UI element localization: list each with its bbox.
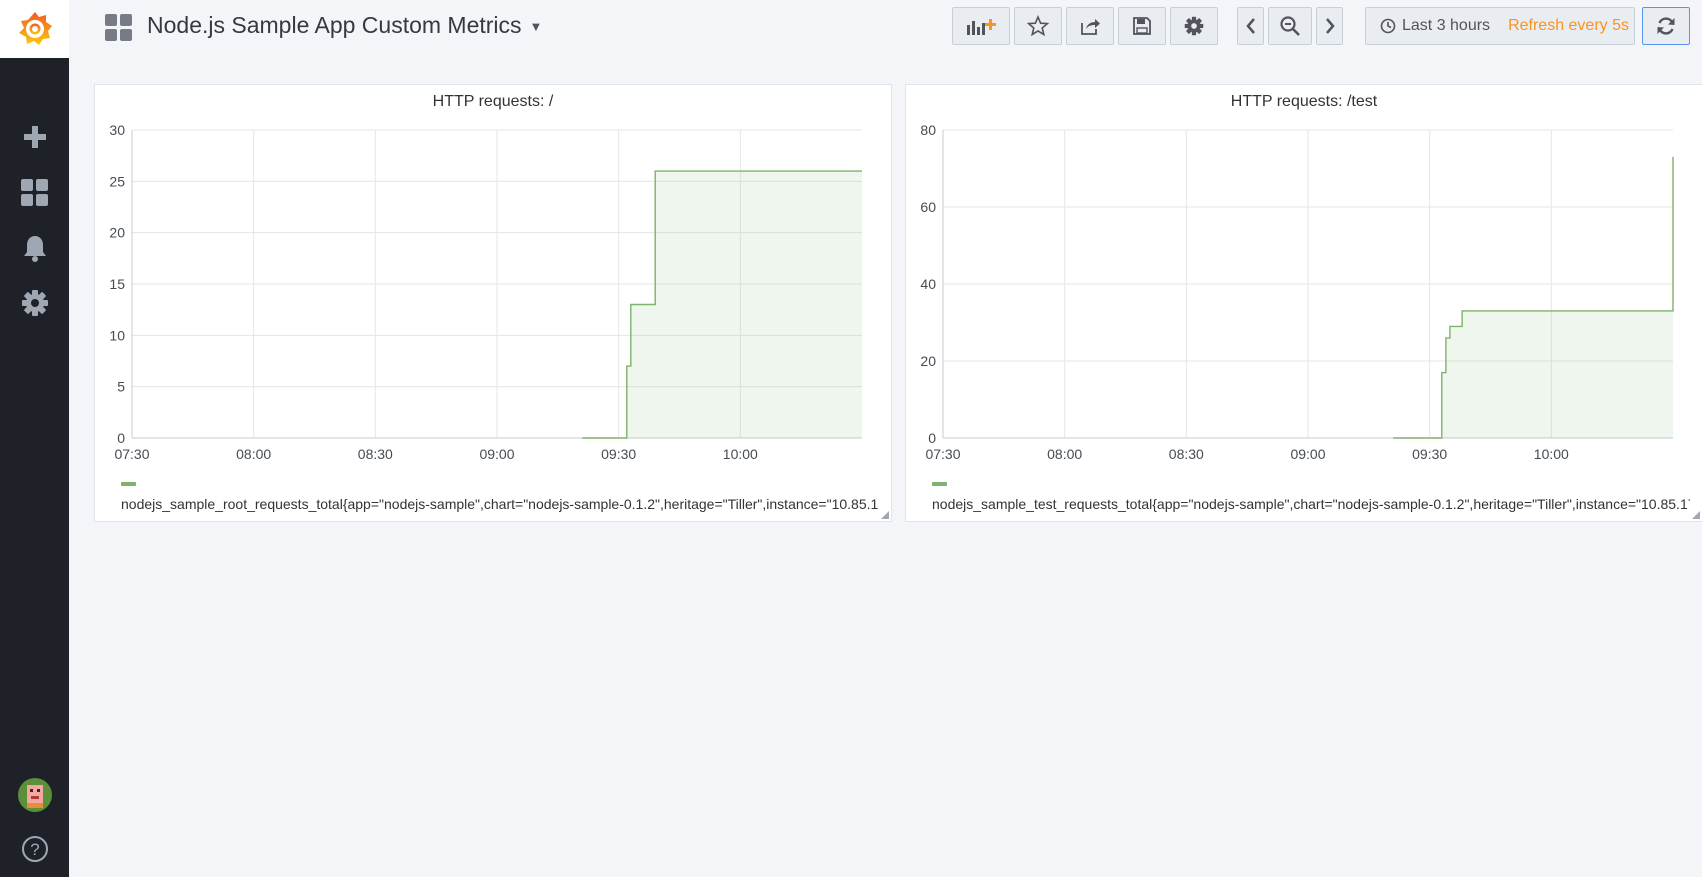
plus-icon — [23, 126, 46, 148]
x-tick-label: 08:00 — [1047, 446, 1082, 462]
y-tick-label: 60 — [920, 199, 936, 215]
y-tick-label: 30 — [109, 122, 125, 138]
x-tick-label: 08:30 — [1169, 446, 1204, 462]
help-icon: ? — [21, 836, 48, 862]
x-tick-label: 10:00 — [1534, 446, 1569, 462]
y-tick-label: 0 — [928, 430, 936, 446]
grafana-logo-icon — [18, 12, 52, 45]
legend-series-color[interactable] — [932, 482, 947, 486]
y-tick-label: 0 — [117, 430, 125, 446]
refresh-interval-label: Refresh every 5s — [1508, 17, 1629, 34]
alerting-menu[interactable] — [0, 226, 69, 270]
y-tick-label: 25 — [109, 173, 125, 189]
add-panel-icon — [967, 19, 996, 35]
dashboard-navbar: Node.js Sample App Custom Metrics ▼ Last… — [69, 0, 1702, 56]
share-icon — [1081, 19, 1100, 35]
x-tick-label: 08:00 — [236, 446, 271, 462]
graph-http-requests-test[interactable]: 0 20 40 60 80 07:30 08:00 08:30 09:00 09:30 10:00 — [906, 85, 1702, 480]
x-tick-label: 09:30 — [601, 446, 636, 462]
gear-icon — [21, 290, 48, 316]
resize-handle-icon[interactable] — [1692, 511, 1700, 519]
chevron-left-icon — [1245, 18, 1255, 34]
y-tick-label: 20 — [109, 225, 125, 241]
x-tick-label: 09:00 — [479, 446, 514, 462]
add-panel-button[interactable] — [952, 7, 1010, 45]
y-tick-label: 80 — [920, 122, 936, 138]
y-tick-label: 10 — [109, 327, 125, 343]
panel-http-requests-root: HTTP requests: / 0 5 10 15 20 25 30 07:30 08:00 0… — [94, 84, 892, 522]
x-tick-label: 07:30 — [114, 446, 149, 462]
star-button[interactable] — [1014, 7, 1062, 45]
time-shift-back-button[interactable] — [1237, 7, 1264, 45]
svg-text:?: ? — [30, 840, 39, 859]
zoom-out-button[interactable] — [1268, 7, 1312, 45]
create-menu[interactable] — [0, 115, 69, 159]
refresh-icon — [1657, 17, 1675, 35]
dashboards-icon — [20, 179, 48, 206]
x-tick-label: 09:00 — [1290, 446, 1325, 462]
dashboard-title-text: Node.js Sample App Custom Metrics — [147, 12, 522, 38]
caret-down-icon: ▼ — [529, 19, 543, 35]
dashboards-menu[interactable] — [0, 171, 69, 215]
settings-icon — [1184, 16, 1204, 36]
avatar — [17, 778, 52, 812]
legend-series-name[interactable]: nodejs_sample_root_requests_total{app="n… — [121, 496, 879, 512]
save-icon — [1133, 17, 1151, 35]
series-area — [1393, 156, 1673, 438]
time-picker-button[interactable]: Last 3 hours Refresh every 5s — [1365, 7, 1635, 45]
x-tick-label: 09:30 — [1412, 446, 1447, 462]
y-tick-label: 15 — [109, 276, 125, 292]
bell-icon — [23, 236, 46, 262]
series-area — [582, 171, 862, 438]
clock-icon — [1380, 18, 1396, 34]
chevron-right-icon — [1325, 18, 1335, 34]
y-tick-label: 5 — [117, 379, 125, 395]
time-shift-forward-button[interactable] — [1316, 7, 1343, 45]
zoom-out-icon — [1280, 16, 1300, 36]
settings-button[interactable] — [1170, 7, 1218, 45]
star-icon — [1027, 15, 1049, 37]
y-tick-label: 20 — [920, 353, 936, 369]
panel-http-requests-test: HTTP requests: /test 0 20 40 60 80 07:30 08:00… — [905, 84, 1702, 522]
x-tick-label: 08:30 — [358, 446, 393, 462]
legend-series-name[interactable]: nodejs_sample_test_requests_total{app="n… — [932, 496, 1690, 512]
legend-series-color[interactable] — [121, 482, 136, 486]
configuration-menu[interactable] — [0, 281, 69, 325]
side-menu: ? — [0, 0, 69, 877]
dashboard-title[interactable]: Node.js Sample App Custom Metrics ▼ — [147, 12, 542, 39]
x-tick-label: 10:00 — [723, 446, 758, 462]
save-button[interactable] — [1118, 7, 1166, 45]
y-tick-label: 40 — [920, 276, 936, 292]
grafana-logo[interactable] — [0, 0, 69, 58]
profile-menu[interactable] — [0, 773, 69, 817]
graph-http-requests-root[interactable]: 0 5 10 15 20 25 30 07:30 08:00 08:30 09:00 09:30 10:… — [95, 85, 893, 480]
resize-handle-icon[interactable] — [881, 511, 889, 519]
refresh-button[interactable] — [1642, 7, 1690, 45]
dashboard-grid-icon — [105, 14, 133, 47]
share-button[interactable] — [1066, 7, 1114, 45]
help-menu[interactable]: ? — [0, 827, 69, 871]
time-range-label: Last 3 hours — [1402, 17, 1491, 34]
x-tick-label: 07:30 — [925, 446, 960, 462]
